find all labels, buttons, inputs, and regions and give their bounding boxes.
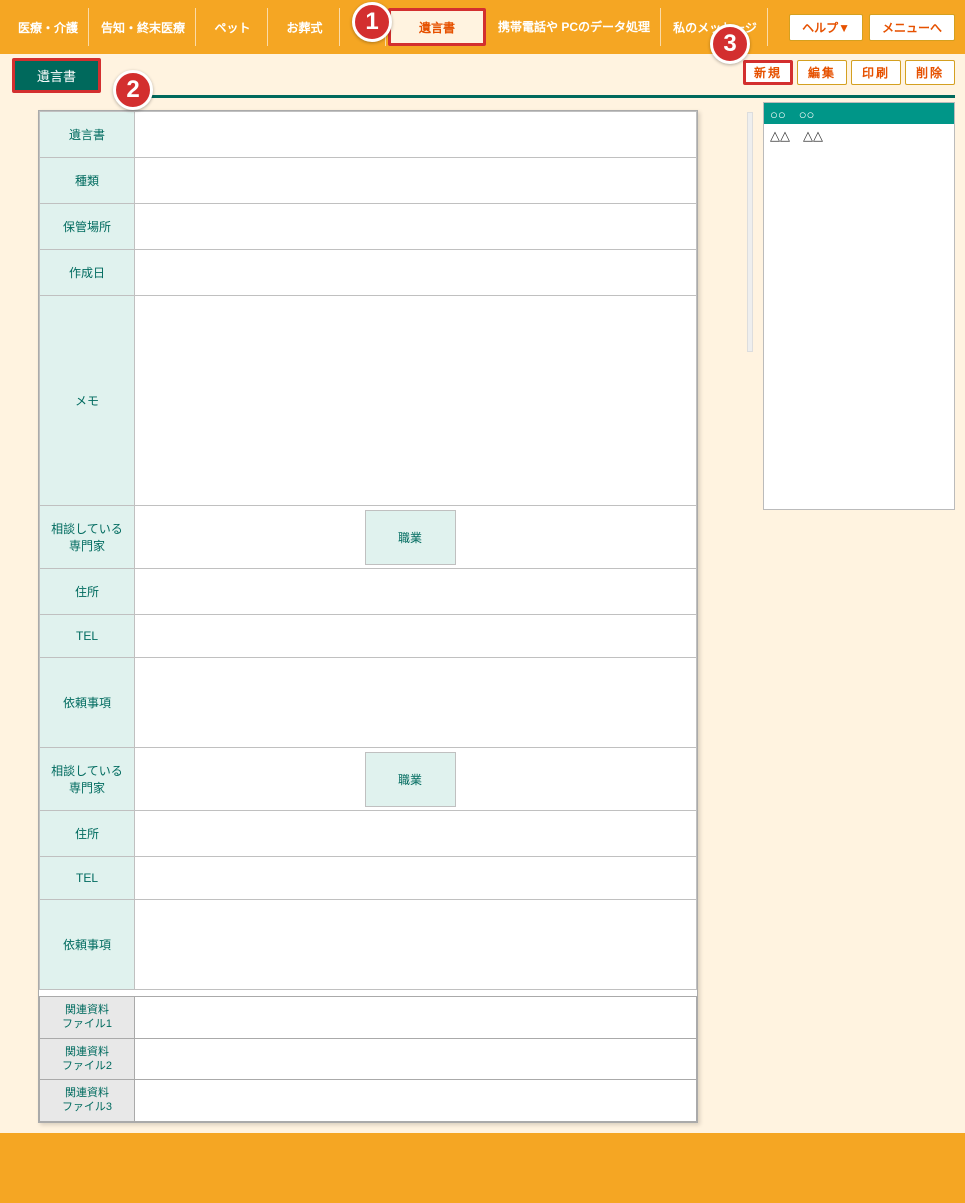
label-memo: メモ (40, 296, 135, 506)
label-storage: 保管場所 (40, 204, 135, 250)
form-panel: 遺言書 種類 保管場所 作成日 メモ 相談している 専門家 職業 住所 (38, 110, 698, 1123)
nav-bar: 医療・介護 告知・終末医療 ペット お葬式 遺言書 携帯電話や PCのデータ処理… (0, 0, 965, 54)
value-will[interactable] (135, 112, 697, 158)
help-button[interactable]: ヘルプ▼ (789, 14, 863, 41)
side-list: ○○ ○○ △△ △△ (764, 103, 954, 145)
form-table: 遺言書 種類 保管場所 作成日 メモ 相談している 専門家 職業 住所 (39, 111, 697, 990)
label-will: 遺言書 (40, 112, 135, 158)
nav-tab-pet[interactable]: ペット (198, 8, 268, 46)
label-tel1: TEL (40, 615, 135, 658)
callout-1: 1 (352, 2, 392, 42)
attach-value-1[interactable] (135, 997, 697, 1039)
label-request1: 依頼事項 (40, 658, 135, 748)
value-expert2-name[interactable] (135, 752, 365, 806)
label-expert2: 相談している 専門家 (40, 748, 135, 811)
label-date: 作成日 (40, 250, 135, 296)
edit-button[interactable]: 編集 (797, 60, 847, 85)
side-item-1[interactable]: ○○ ○○ (764, 103, 954, 124)
side-item-2[interactable]: △△ △△ (764, 124, 954, 145)
content-wrap: 遺言書 種類 保管場所 作成日 メモ 相談している 専門家 職業 住所 (0, 98, 965, 1133)
label-occupation2: 職業 (365, 752, 455, 806)
new-button[interactable]: 新規 (743, 60, 793, 85)
nav-tab-medical[interactable]: 医療・介護 (8, 8, 89, 46)
attach-label-3: 関連資料 ファイル3 (40, 1080, 135, 1122)
attach-table: 関連資料 ファイル1 関連資料 ファイル2 関連資料 ファイル3 (39, 996, 697, 1122)
section-tag: 遺言書 (12, 58, 101, 93)
value-tel1[interactable] (135, 615, 697, 658)
nav-tab-funeral[interactable]: お葬式 (270, 8, 340, 46)
label-tel2: TEL (40, 857, 135, 900)
value-address2[interactable] (135, 811, 697, 857)
attach-value-2[interactable] (135, 1038, 697, 1080)
label-expert1: 相談している 専門家 (40, 506, 135, 569)
action-bar: 新規 編集 印刷 削除 (743, 58, 955, 85)
value-type[interactable] (135, 158, 697, 204)
scrollbar[interactable] (747, 112, 753, 352)
value-tel2[interactable] (135, 857, 697, 900)
label-request2: 依頼事項 (40, 900, 135, 990)
attach-label-2: 関連資料 ファイル2 (40, 1038, 135, 1080)
nav-tab-mobile-pc[interactable]: 携帯電話や PCのデータ処理 (488, 8, 661, 46)
label-type: 種類 (40, 158, 135, 204)
nav-tab-will[interactable]: 遺言書 (388, 8, 486, 46)
delete-button[interactable]: 削除 (905, 60, 955, 85)
print-button[interactable]: 印刷 (851, 60, 901, 85)
label-address2: 住所 (40, 811, 135, 857)
callout-2: 2 (113, 70, 153, 110)
menu-button[interactable]: メニューへ (869, 14, 955, 41)
value-storage[interactable] (135, 204, 697, 250)
label-address1: 住所 (40, 569, 135, 615)
value-occupation1[interactable] (455, 510, 696, 564)
attach-value-3[interactable] (135, 1080, 697, 1122)
value-address1[interactable] (135, 569, 697, 615)
callout-3: 3 (710, 24, 750, 64)
side-panel: ○○ ○○ △△ △△ (763, 102, 955, 510)
value-request2[interactable] (135, 900, 697, 990)
nav-tabs: 医療・介護 告知・終末医療 ペット お葬式 遺言書 携帯電話や PCのデータ処理… (8, 8, 789, 46)
value-request1[interactable] (135, 658, 697, 748)
value-expert1-name[interactable] (135, 510, 365, 564)
value-memo[interactable] (135, 296, 697, 506)
attach-label-1: 関連資料 ファイル1 (40, 997, 135, 1039)
nav-tab-disclosure[interactable]: 告知・終末医療 (91, 8, 196, 46)
value-date[interactable] (135, 250, 697, 296)
label-occupation1: 職業 (365, 510, 455, 564)
value-occupation2[interactable] (455, 752, 696, 806)
